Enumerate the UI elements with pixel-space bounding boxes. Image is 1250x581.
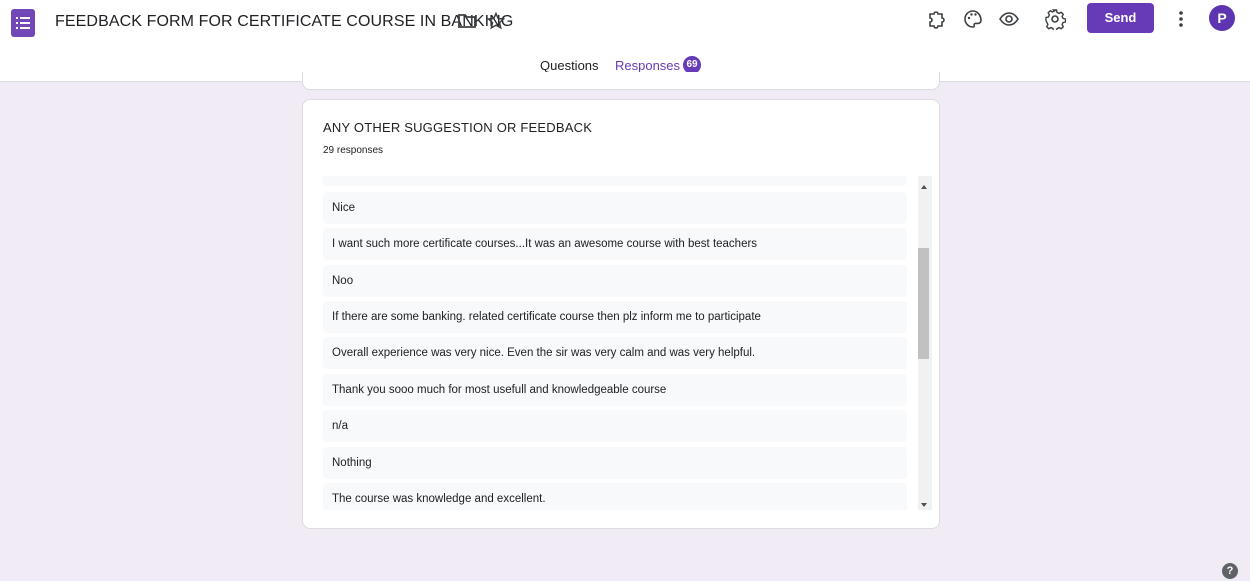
tab-questions[interactable]: Questions [540, 58, 599, 73]
palette-icon[interactable] [962, 8, 984, 30]
help-icon[interactable]: ? [1222, 563, 1238, 579]
star-icon[interactable] [486, 11, 508, 33]
list-item [323, 176, 907, 186]
form-title[interactable]: FEEDBACK FORM FOR CERTIFICATE COURSE IN … [55, 13, 513, 31]
question-title: ANY OTHER SUGGESTION OR FEEDBACK [323, 120, 593, 135]
response-list-scrollbar[interactable] [915, 176, 932, 510]
tab-responses[interactable]: Responses [615, 58, 680, 73]
addon-puzzle-icon[interactable] [926, 8, 948, 30]
list-item: I want such more certificate courses...I… [323, 228, 907, 260]
settings-gear-icon[interactable] [1044, 8, 1066, 30]
previous-question-card [302, 72, 940, 90]
scrollbar-thumb[interactable] [918, 248, 929, 359]
scroll-down-arrow-icon[interactable] [919, 497, 929, 507]
scroll-up-arrow-icon[interactable] [919, 179, 929, 189]
response-count: 29 responses [323, 145, 384, 156]
list-item: Overall experience was very nice. Even t… [323, 337, 907, 369]
preview-eye-icon[interactable] [998, 8, 1020, 30]
list-item: If there are some banking. related certi… [323, 301, 907, 333]
more-vert-icon[interactable] [1173, 8, 1195, 30]
send-button[interactable]: Send [1087, 3, 1154, 33]
list-item: Thank you sooo much for most usefull and… [323, 374, 907, 406]
question-response-card: ANY OTHER SUGGESTION OR FEEDBACK 29 resp… [302, 99, 940, 529]
avatar[interactable]: P [1209, 5, 1235, 31]
list-item: Nothing [323, 447, 907, 479]
folder-icon[interactable] [457, 12, 479, 34]
list-item: The course was knowledge and excellent. [323, 483, 907, 510]
top-bar: FEEDBACK FORM FOR CERTIFICATE COURSE IN … [0, 0, 1250, 82]
forms-app-icon[interactable] [11, 9, 35, 37]
list-item: Nice [323, 192, 907, 224]
list-item: Noo [323, 265, 907, 297]
list-item: n/a [323, 410, 907, 442]
response-list[interactable]: Nice I want such more certificate course… [323, 176, 907, 510]
